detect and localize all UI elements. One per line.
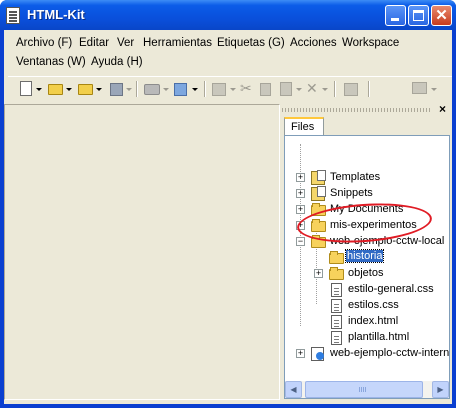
collapse-icon[interactable]: − — [296, 237, 305, 246]
monitor-icon[interactable] — [412, 82, 427, 94]
folder-icon — [329, 267, 344, 280]
open-dropdown-arrow[interactable] — [66, 88, 72, 91]
editor-area[interactable] — [4, 104, 280, 400]
application-window: HTML-Kit ✕ Archivo (F) Editar Ver Herram… — [0, 0, 456, 408]
tree-item-label: index.html — [348, 315, 399, 327]
menu-archivo[interactable]: Archivo (F) — [16, 37, 72, 49]
templates-icon — [311, 170, 326, 185]
file-icon — [331, 331, 342, 345]
main-toolbar: ✂ ✕ — [8, 76, 452, 98]
expand-icon[interactable]: + — [296, 173, 305, 182]
tree-item-label: historia — [344, 249, 385, 263]
tree-item-index-html[interactable]: index.html — [285, 314, 449, 330]
title-bar[interactable]: HTML-Kit ✕ — [0, 0, 456, 30]
tree-item-label: web-ejemplo-cctw-interne — [330, 347, 450, 359]
toolbar-separator — [334, 81, 336, 97]
print-dropdown-arrow[interactable] — [163, 88, 169, 91]
expand-icon[interactable]: + — [296, 189, 305, 198]
open-folder-icon[interactable] — [48, 84, 63, 95]
minimize-button[interactable] — [385, 5, 406, 26]
tree-item-objetos[interactable]: + objetos — [285, 266, 449, 282]
folder-icon — [329, 251, 344, 264]
publish-icon[interactable] — [174, 83, 187, 96]
tree-item-historia[interactable]: historia — [285, 249, 449, 266]
menu-bar: Archivo (F) Editar Ver Herramientas Etiq… — [4, 34, 452, 70]
menu-herramientas[interactable]: Herramientas — [143, 37, 212, 49]
new-dropdown-arrow[interactable] — [36, 88, 42, 91]
expand-icon[interactable]: + — [296, 349, 305, 358]
menu-etiquetas[interactable]: Etiquetas (G) — [217, 37, 285, 49]
tree-item-estilo-general-css[interactable]: estilo-general.css — [285, 282, 449, 298]
html-kit-app-icon[interactable] — [6, 7, 20, 24]
print-icon[interactable] — [144, 84, 160, 95]
expand-icon[interactable]: + — [314, 269, 323, 278]
preview-icon[interactable] — [212, 83, 226, 96]
new-document-icon[interactable] — [20, 81, 32, 96]
tree-item-plantilla-html[interactable]: plantilla.html — [285, 330, 449, 346]
close-button[interactable]: ✕ — [431, 5, 452, 26]
monitor-dropdown-arrow[interactable] — [431, 88, 437, 91]
status-bar — [4, 400, 452, 404]
tree-item-label: estilos.css — [348, 299, 399, 311]
maximize-button[interactable] — [408, 5, 429, 26]
tree-item-label: objetos — [348, 267, 384, 279]
toolbar-separator — [136, 81, 138, 97]
panel-drag-grip[interactable] — [282, 108, 432, 112]
menu-ver[interactable]: Ver — [117, 37, 134, 49]
preview-dropdown-arrow[interactable] — [230, 88, 236, 91]
tree-item-web-ejemplo-cctw-interne[interactable]: + web-ejemplo-cctw-interne — [285, 346, 450, 362]
tab-files[interactable]: Files — [284, 117, 324, 135]
file-icon — [331, 299, 342, 313]
columns-icon[interactable] — [344, 83, 358, 96]
close-icon: ✕ — [435, 7, 448, 24]
menu-workspace[interactable]: Workspace — [342, 37, 399, 49]
maximize-icon — [413, 10, 424, 21]
delete-icon[interactable]: ✕ — [306, 80, 318, 97]
file-icon — [331, 283, 342, 297]
menu-ayuda[interactable]: Ayuda (H) — [91, 56, 143, 68]
minimize-icon — [391, 18, 399, 21]
scroll-right-icon[interactable]: ▶ — [432, 381, 449, 398]
file-icon — [331, 315, 342, 329]
recent-dropdown-arrow[interactable] — [96, 88, 102, 91]
toolbar-separator — [204, 81, 206, 97]
tree-item-label: plantilla.html — [348, 331, 410, 343]
file-tree: + Templates + Snippets + My Documents + … — [284, 135, 450, 399]
publish-dropdown-arrow[interactable] — [192, 88, 198, 91]
toolbar-separator — [368, 81, 370, 97]
tree-horizontal-scrollbar[interactable]: ◀ ▶ — [285, 381, 449, 398]
menu-acciones[interactable]: Acciones — [290, 37, 337, 49]
scrollbar-thumb[interactable] — [305, 381, 423, 398]
save-icon[interactable] — [110, 83, 123, 96]
window-title: HTML-Kit — [27, 7, 85, 22]
paste-icon[interactable] — [280, 82, 292, 96]
web-folder-icon — [311, 347, 324, 361]
tree-item-label: Snippets — [330, 187, 373, 199]
open-recent-folder-icon[interactable] — [78, 84, 93, 95]
tree-item-templates[interactable]: + Templates — [285, 170, 449, 186]
copy-icon[interactable] — [260, 83, 271, 96]
tree-item-label: Templates — [330, 171, 381, 183]
save-dropdown-arrow[interactable] — [126, 88, 132, 91]
tree-item-label: estilo-general.css — [348, 283, 434, 295]
snippets-icon — [311, 186, 326, 201]
tree-item-estilos-css[interactable]: estilos.css — [285, 298, 449, 314]
paste-dropdown-arrow[interactable] — [296, 88, 302, 91]
cut-icon[interactable]: ✂ — [240, 80, 252, 97]
menu-ventanas[interactable]: Ventanas (W) — [16, 56, 86, 68]
expand-icon[interactable]: + — [296, 205, 305, 214]
panel-close-icon[interactable]: × — [439, 102, 446, 116]
delete-dropdown-arrow[interactable] — [322, 88, 328, 91]
tree-item-snippets[interactable]: + Snippets — [285, 186, 449, 202]
menu-editar[interactable]: Editar — [79, 37, 109, 49]
files-panel-header: × — [282, 102, 452, 116]
scroll-left-icon[interactable]: ◀ — [285, 381, 302, 398]
